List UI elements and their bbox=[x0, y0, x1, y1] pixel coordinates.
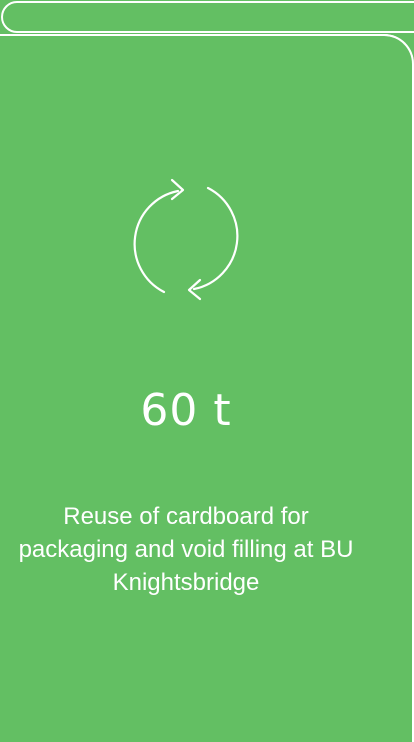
stat-value: 60 t bbox=[140, 385, 232, 436]
recycle-arrows-icon bbox=[133, 178, 239, 301]
stat-card-corner bbox=[382, 34, 414, 66]
stat-description: Reuse of cardboard for packaging and voi… bbox=[18, 503, 354, 596]
next-card-edge bbox=[1, 1, 414, 33]
